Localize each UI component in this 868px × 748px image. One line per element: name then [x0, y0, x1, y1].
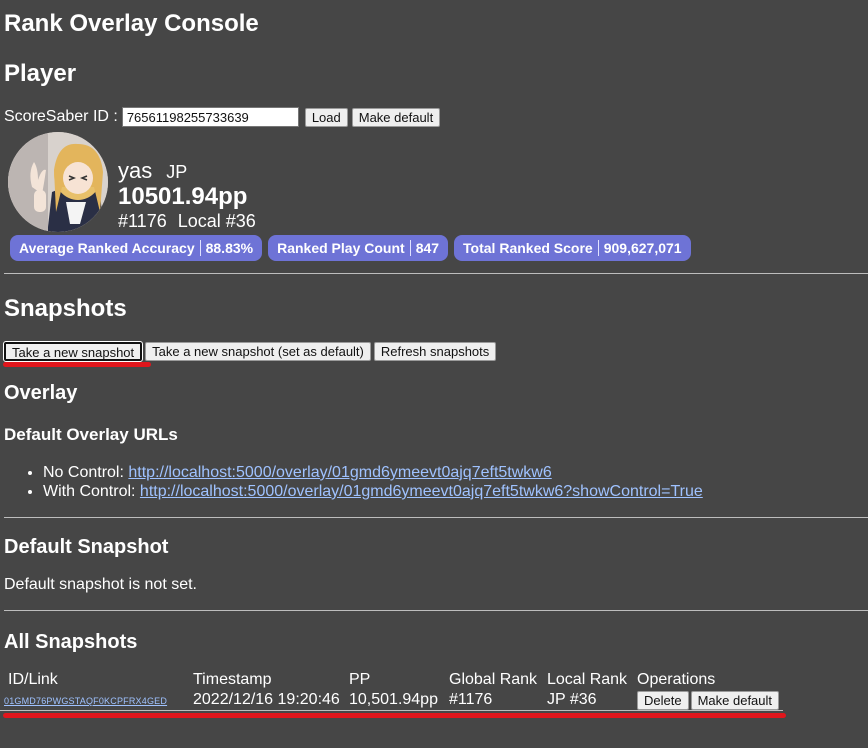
- player-name: yas: [118, 158, 153, 183]
- scoresaber-id-row: ScoreSaber ID : Load Make default: [4, 107, 441, 127]
- player-local-rank: Local #36: [177, 211, 256, 231]
- snapshot-global-rank: #1176: [449, 691, 493, 708]
- snapshot-actions: Take a new snapshot Take a new snapshot …: [2, 341, 497, 362]
- player-name-row: yas JP: [118, 158, 187, 184]
- default-snapshot-heading: Default Snapshot: [4, 536, 169, 558]
- snapshot-local-rank: JP #36: [547, 691, 597, 708]
- player-pp: 10501.94pp: [118, 183, 248, 210]
- scoresaber-id-label: ScoreSaber ID :: [4, 108, 118, 125]
- take-snapshot-button[interactable]: Take a new snapshot: [2, 341, 144, 362]
- stat-label: Ranked Play Count: [277, 240, 405, 256]
- col-timestamp: Timestamp: [193, 671, 272, 688]
- page-title: Rank Overlay Console: [4, 10, 259, 37]
- avatar-image: [8, 132, 108, 232]
- overlay-url-link[interactable]: http://localhost:5000/overlay/01gmd6ymee…: [140, 483, 703, 500]
- col-operations: Operations: [637, 671, 716, 688]
- stat-badge-accuracy: Average Ranked Accuracy 88.83%: [10, 235, 263, 261]
- snapshots-table: ID/Link Timestamp PP Global Rank Local R…: [0, 670, 784, 711]
- col-pp: PP: [349, 671, 371, 688]
- snapshot-operations: Delete Make default: [633, 690, 783, 711]
- col-local-rank: Local Rank: [547, 671, 628, 688]
- player-country: JP: [166, 162, 188, 182]
- snapshot-id-link[interactable]: 01GMD76PWGSTAQF0KCPFRX4GED: [4, 696, 167, 706]
- overlay-url-list: No Control: http://localhost:5000/overla…: [4, 463, 703, 501]
- stat-separator: [199, 240, 201, 256]
- stat-value: 909,627,071: [603, 240, 682, 256]
- overlay-url-item: No Control: http://localhost:5000/overla…: [43, 463, 703, 482]
- overlay-url-label: With Control:: [43, 483, 136, 500]
- snapshot-timestamp: 2022/12/16 19:20:46: [193, 691, 340, 708]
- stat-badge-play-count: Ranked Play Count 847: [268, 235, 449, 261]
- delete-snapshot-button[interactable]: Delete: [637, 690, 689, 710]
- stat-label: Total Ranked Score: [463, 240, 593, 256]
- stat-label: Average Ranked Accuracy: [19, 240, 195, 256]
- refresh-snapshots-button[interactable]: Refresh snapshots: [373, 342, 497, 361]
- divider: [4, 610, 868, 611]
- stat-value: 88.83%: [205, 240, 254, 256]
- stat-separator: [597, 240, 599, 256]
- table-row: 01GMD76PWGSTAQF0KCPFRX4GED 2022/12/16 19…: [0, 690, 784, 711]
- default-snapshot-text: Default snapshot is not set.: [4, 576, 197, 593]
- col-id: ID/Link: [8, 671, 58, 688]
- divider: [4, 517, 868, 518]
- overlay-url-item: With Control: http://localhost:5000/over…: [43, 482, 703, 501]
- avatar: [8, 132, 108, 232]
- overlay-url-label: No Control:: [43, 464, 124, 481]
- snapshots-heading: Snapshots: [4, 295, 127, 322]
- table-header-row: ID/Link Timestamp PP Global Rank Local R…: [0, 670, 783, 690]
- load-button[interactable]: Load: [304, 107, 348, 127]
- snapshot-pp: 10,501.94pp: [349, 691, 438, 708]
- stat-value: 847: [415, 240, 440, 256]
- make-default-snapshot-button[interactable]: Make default: [690, 690, 780, 710]
- player-global-rank: #1176: [118, 211, 167, 231]
- stat-separator: [409, 240, 411, 256]
- player-ranks: #1176 Local #36: [118, 211, 256, 232]
- player-heading: Player: [4, 60, 77, 87]
- make-default-player-button[interactable]: Make default: [351, 107, 441, 127]
- highlight-underline: [3, 713, 786, 718]
- overlay-url-link[interactable]: http://localhost:5000/overlay/01gmd6ymee…: [128, 464, 551, 481]
- highlight-underline: [3, 362, 151, 367]
- col-global-rank: Global Rank: [449, 671, 538, 688]
- divider: [4, 273, 868, 274]
- take-snapshot-default-button[interactable]: Take a new snapshot (set as default): [145, 342, 371, 361]
- scoresaber-id-input[interactable]: [121, 107, 299, 127]
- stat-badge-total-score: Total Ranked Score 909,627,071: [454, 235, 691, 261]
- overlay-heading: Overlay: [4, 382, 78, 404]
- snapshot-id-cell: 01GMD76PWGSTAQF0KCPFRX4GED: [0, 690, 189, 711]
- all-snapshots-heading: All Snapshots: [4, 631, 138, 653]
- player-stats: Average Ranked Accuracy 88.83% Ranked Pla…: [10, 235, 691, 261]
- overlay-urls-heading: Default Overlay URLs: [4, 425, 178, 444]
